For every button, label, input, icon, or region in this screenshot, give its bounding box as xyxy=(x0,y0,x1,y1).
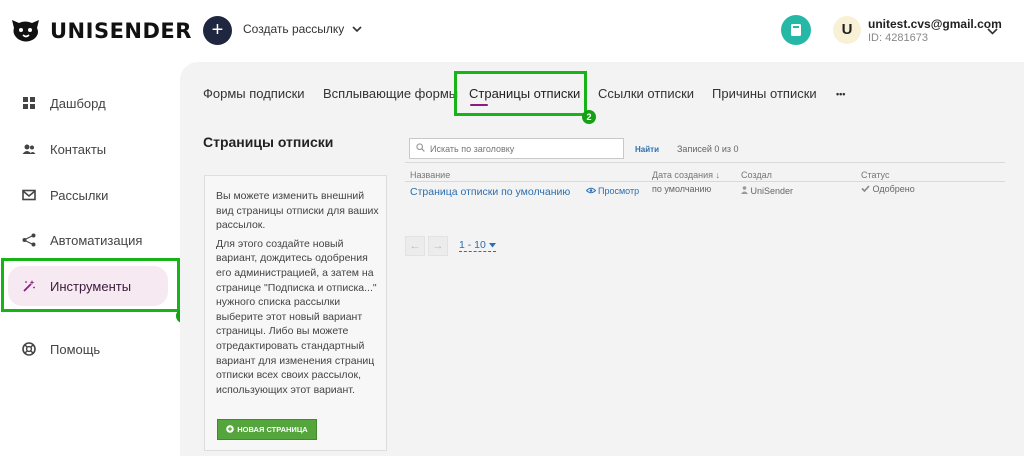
avatar[interactable]: U xyxy=(833,16,861,44)
book-icon xyxy=(791,24,801,36)
sidebar-item-help[interactable]: Помощь xyxy=(8,330,168,368)
sidebar-item-label: Помощь xyxy=(50,341,101,357)
row-date: по умолчанию xyxy=(652,184,712,194)
tab-unsubscribe-links[interactable]: Ссылки отписки xyxy=(598,86,694,101)
page-size-label: 1 - 10 xyxy=(459,239,486,251)
plus-icon: + xyxy=(211,19,224,41)
tab-unsubscribe-reasons[interactable]: Причины отписки xyxy=(712,86,817,101)
mailings-icon xyxy=(22,188,36,202)
sidebar-item-mailings[interactable]: Рассылки xyxy=(8,176,168,214)
new-page-label: НОВАЯ СТРАНИЦА xyxy=(237,425,308,434)
info-panel: Вы можете изменить внешний вид страницы … xyxy=(204,175,387,451)
search-field[interactable] xyxy=(409,138,624,159)
caret-down-icon xyxy=(488,239,496,251)
annotation-badge-2: 2 xyxy=(582,110,596,124)
tab-subscription-forms[interactable]: Формы подписки xyxy=(203,86,305,101)
user-email[interactable]: unitest.cvs@gmail.com xyxy=(868,17,1002,31)
preview-link[interactable]: Просмотр xyxy=(585,186,640,196)
page-size-dropdown[interactable]: 1 - 10 xyxy=(459,239,496,252)
sidebar-item-automation[interactable]: Автоматизация xyxy=(8,221,168,259)
check-icon xyxy=(861,184,873,194)
table-header-divider xyxy=(405,181,1005,182)
search-icon xyxy=(416,143,425,154)
page-title: Страницы отписки xyxy=(203,134,334,150)
brand-name: UNISENDER xyxy=(50,19,192,43)
find-button[interactable]: Найти xyxy=(635,145,659,154)
table-top-divider xyxy=(405,162,1005,163)
search-input[interactable] xyxy=(430,143,610,154)
plus-circle-icon xyxy=(226,424,235,435)
user-menu-chevron-icon[interactable] xyxy=(987,22,998,40)
sidebar-item-dashboard[interactable]: Дашборд xyxy=(8,84,168,122)
highlight-box-unsubscribe-pages xyxy=(454,71,587,116)
sidebar-item-label: Дашборд xyxy=(50,95,106,111)
records-count: Записей 0 из 0 xyxy=(677,144,739,154)
dashboard-icon xyxy=(22,96,36,110)
more-tabs-icon[interactable]: ••• xyxy=(836,89,845,99)
column-header-status[interactable]: Статус xyxy=(861,170,889,180)
sidebar-item-label: Рассылки xyxy=(50,187,109,203)
dog-logo-icon xyxy=(10,18,42,44)
create-campaign-button[interactable]: + xyxy=(203,16,232,45)
info-paragraph-1: Вы можете изменить внешний вид страницы … xyxy=(216,190,379,232)
help-icon xyxy=(22,342,36,356)
create-campaign-dropdown[interactable]: Создать рассылку xyxy=(243,22,362,36)
info-text: Вы можете изменить внешний вид страницы … xyxy=(216,189,381,401)
row-status: Одобрено xyxy=(861,184,915,194)
sidebar-item-label: Контакты xyxy=(50,141,107,157)
preview-label: Просмотр xyxy=(598,186,640,196)
arrow-right-icon: → xyxy=(432,240,444,252)
chevron-down-icon xyxy=(352,22,362,36)
highlight-box-tools xyxy=(1,258,180,312)
eye-icon xyxy=(585,186,597,196)
row-status-label: Одобрено xyxy=(872,184,915,194)
user-id: ID: 4281673 xyxy=(868,32,928,44)
brand-logo[interactable]: UNISENDER xyxy=(10,18,192,44)
prev-page-button[interactable]: ← xyxy=(405,236,425,256)
create-campaign-label: Создать рассылку xyxy=(243,22,345,36)
column-header-date[interactable]: Дата создания ↓ xyxy=(652,170,720,180)
info-paragraph-2: Для этого создайте новый вариант, дождит… xyxy=(216,237,377,396)
row-creator: UniSender xyxy=(741,186,793,196)
top-bar: UNISENDER + Создать рассылку U unitest.c… xyxy=(0,0,1024,62)
sidebar-item-contacts[interactable]: Контакты xyxy=(8,130,168,168)
row-creator-name: UniSender xyxy=(750,186,794,196)
column-header-creator[interactable]: Создал xyxy=(741,170,772,180)
next-page-button[interactable]: → xyxy=(428,236,448,256)
automation-icon xyxy=(22,233,36,247)
tab-popup-forms[interactable]: Всплывающие формы xyxy=(323,86,458,101)
contacts-icon xyxy=(22,142,36,156)
user-icon xyxy=(741,186,751,196)
column-header-name[interactable]: Название xyxy=(410,170,450,180)
sidebar-item-label: Автоматизация xyxy=(50,232,143,248)
row-page-name-link[interactable]: Страница отписки по умолчанию xyxy=(410,186,570,198)
support-button[interactable] xyxy=(781,15,811,45)
arrow-left-icon: ← xyxy=(409,240,421,252)
new-page-button[interactable]: НОВАЯ СТРАНИЦА xyxy=(217,419,317,440)
